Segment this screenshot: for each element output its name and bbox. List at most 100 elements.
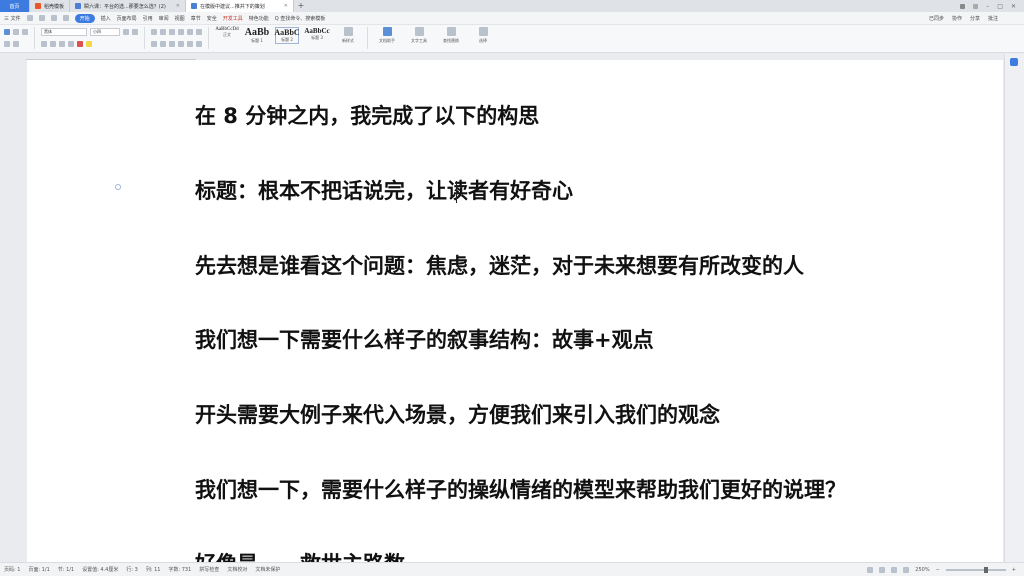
- menu-view[interactable]: 视图: [175, 15, 185, 22]
- close-icon[interactable]: ✕: [176, 3, 180, 9]
- style-heading-1[interactable]: AaBb 标题 1: [245, 27, 269, 44]
- select-button[interactable]: 选择: [470, 27, 496, 44]
- status-pages[interactable]: 页面: 1/1: [28, 566, 49, 573]
- clear-icon[interactable]: [13, 40, 19, 47]
- page-view-icon[interactable]: [879, 566, 886, 573]
- divider: [208, 27, 209, 49]
- find-replace-button[interactable]: 查找替换: [438, 27, 464, 44]
- numbering-icon[interactable]: [160, 28, 166, 35]
- align-right-icon[interactable]: [169, 40, 175, 47]
- outdent-icon[interactable]: [178, 28, 184, 35]
- collaborate-button[interactable]: 协作: [952, 15, 962, 22]
- tab-document-2[interactable]: 瞬六课：平台的选...那要怎么选？(2) ✕: [70, 0, 186, 12]
- strikethrough-icon[interactable]: [68, 40, 74, 47]
- zoom-in-icon[interactable]: +: [1012, 567, 1016, 573]
- menu-security[interactable]: 安全: [207, 15, 217, 22]
- shrink-font-icon[interactable]: [132, 28, 138, 35]
- redo-icon[interactable]: [62, 15, 69, 21]
- eye-icon[interactable]: [867, 566, 874, 573]
- show-marks-icon[interactable]: [196, 28, 202, 35]
- justify-icon[interactable]: [178, 40, 184, 47]
- italic-icon[interactable]: [50, 40, 56, 47]
- status-settings[interactable]: 设置值: 4.4厘米: [82, 566, 118, 573]
- status-page-num[interactable]: 页码: 1: [4, 566, 20, 573]
- doc-assist-button[interactable]: 文档助手: [374, 27, 400, 44]
- command-search[interactable]: Q 查找命令、搜索模板: [275, 15, 326, 22]
- vertical-scrollbar[interactable]: [1004, 54, 1024, 562]
- bold-icon[interactable]: [41, 40, 47, 47]
- underline-icon[interactable]: [59, 40, 65, 47]
- tab-docer-templates[interactable]: 稻壳模板: [30, 0, 70, 12]
- status-section[interactable]: 节: 1/1: [58, 566, 74, 573]
- doc-line-2[interactable]: 标题：根本不把话说完，让读者有好奇心: [195, 178, 573, 204]
- layout-icon[interactable]: [960, 3, 966, 9]
- font-color-icon[interactable]: [77, 40, 83, 47]
- nav-pane-icon[interactable]: [1010, 58, 1018, 66]
- ribbon-toolbar: 黑体 小四 AaBbCcDd 正文 AaBb 标题 1 AaBbC 标题 2 A…: [0, 25, 1024, 53]
- skin-icon[interactable]: [973, 3, 979, 9]
- maximize-icon[interactable]: □: [997, 3, 1003, 10]
- menu-references[interactable]: 引用: [143, 15, 153, 22]
- sync-status[interactable]: 已同步: [929, 15, 944, 22]
- style-normal[interactable]: AaBbCcDd 正文: [215, 27, 239, 38]
- style-heading-3[interactable]: AaBbCc 标题 3: [304, 27, 329, 41]
- doc-line-7[interactable]: 好像是……救世主路数: [195, 551, 405, 562]
- zoom-slider-knob[interactable]: [983, 566, 988, 573]
- sort-icon[interactable]: [187, 28, 193, 35]
- borders-icon[interactable]: [196, 40, 202, 47]
- menu-home[interactable]: 开始: [74, 13, 95, 23]
- cut-icon[interactable]: [13, 28, 19, 35]
- paste-icon[interactable]: [4, 28, 10, 35]
- print-icon[interactable]: [38, 15, 45, 21]
- web-view-icon[interactable]: [891, 566, 898, 573]
- style-heading-2[interactable]: AaBbC 标题 2: [274, 27, 300, 44]
- menu-review[interactable]: 审阅: [159, 15, 169, 22]
- protect-status[interactable]: 文档未保护: [255, 566, 280, 573]
- zoom-level[interactable]: 250%: [915, 567, 929, 573]
- doc-line-4[interactable]: 我们想一下需要什么样子的叙事结构：故事+观点: [195, 327, 654, 353]
- align-center-icon[interactable]: [160, 40, 166, 47]
- doc-line-1[interactable]: 在 8 分钟之内，我完成了以下的构思: [195, 103, 539, 129]
- comment-button[interactable]: 批注: [988, 15, 998, 22]
- font-name-select[interactable]: 黑体: [41, 27, 87, 36]
- tab-home[interactable]: 首页: [0, 0, 30, 12]
- save-icon[interactable]: [26, 15, 33, 21]
- spell-check-button[interactable]: 拼写检查: [199, 566, 219, 573]
- tab-document-active[interactable]: 在模版中建议...推并下的策划 ✕: [186, 0, 294, 12]
- new-style-button[interactable]: 新样式: [335, 27, 361, 44]
- copy-icon[interactable]: [22, 28, 28, 35]
- zoom-out-icon[interactable]: −: [936, 567, 940, 573]
- menu-features[interactable]: 特色功能: [249, 15, 269, 22]
- doc-line-3[interactable]: 先去想是谁看这个问题：焦虑，迷茫，对于未来想要有所改变的人: [195, 253, 804, 279]
- doc-line-5[interactable]: 开头需要大例子来代入场景，方便我们来引入我们的观念: [195, 402, 720, 428]
- doc-line-6[interactable]: 我们想一下，需要什么样子的操纵情绪的模型来帮助我们更好的说理？: [195, 477, 846, 503]
- read-view-icon[interactable]: [903, 566, 910, 573]
- status-words[interactable]: 字数: 731: [168, 566, 191, 573]
- close-window-icon[interactable]: ✕: [1011, 3, 1016, 10]
- menu-page-layout[interactable]: 页面布局: [117, 15, 137, 22]
- text-tools-button[interactable]: 文字工具: [406, 27, 432, 44]
- document-page[interactable]: 在 8 分钟之内，我完成了以下的构思 标题：根本不把话说完，让读者有好奇心 先去…: [27, 60, 1003, 562]
- close-icon[interactable]: ✕: [284, 3, 288, 9]
- font-group: 黑体 小四: [41, 27, 138, 48]
- menu-file[interactable]: 三 文件: [4, 15, 21, 22]
- menu-chapter[interactable]: 章节: [191, 15, 201, 22]
- menu-insert[interactable]: 插入: [101, 15, 111, 22]
- grow-font-icon[interactable]: [123, 28, 129, 35]
- menu-developer[interactable]: 开发工具: [223, 15, 243, 22]
- indent-icon[interactable]: [169, 28, 175, 35]
- undo-icon[interactable]: [50, 15, 57, 21]
- menu-bar: 三 文件 开始 插入 页面布局 引用 审阅 视图 章节 安全 开发工具 特色功能…: [0, 12, 1024, 25]
- doc-check-button[interactable]: 文档校对: [227, 566, 247, 573]
- highlight-icon[interactable]: [86, 40, 92, 47]
- minimize-icon[interactable]: –: [986, 3, 989, 10]
- docer-icon: [35, 3, 41, 9]
- line-spacing-icon[interactable]: [187, 40, 193, 47]
- new-tab-button[interactable]: +: [294, 0, 308, 12]
- bullets-icon[interactable]: [151, 28, 157, 35]
- share-button[interactable]: 分享: [970, 15, 980, 22]
- font-size-select[interactable]: 小四: [90, 27, 120, 36]
- zoom-slider[interactable]: [945, 566, 1006, 573]
- align-left-icon[interactable]: [151, 40, 157, 47]
- format-painter-icon[interactable]: [4, 40, 10, 47]
